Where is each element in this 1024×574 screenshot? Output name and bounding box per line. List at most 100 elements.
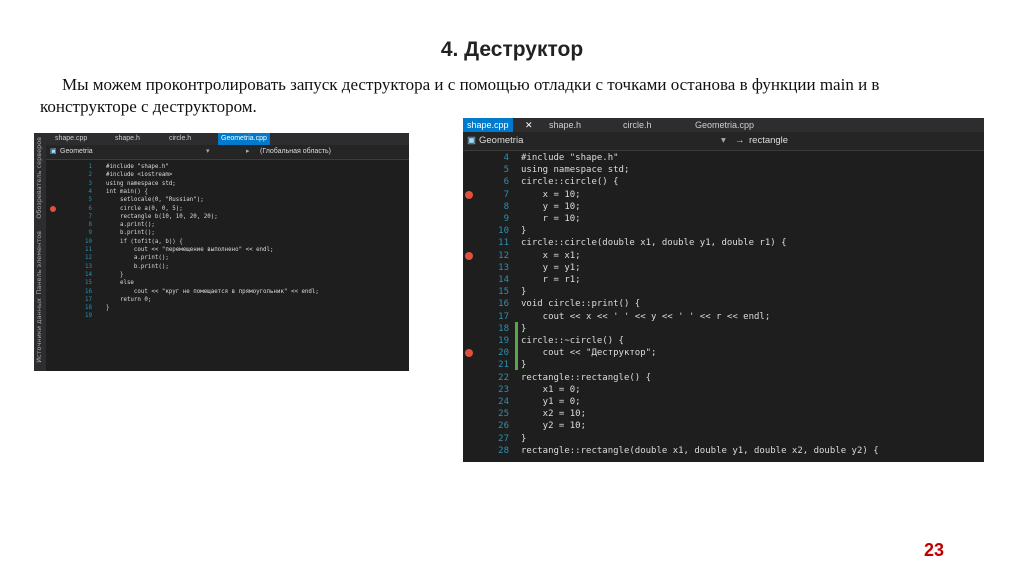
code-line[interactable]: #include "shape.h"	[106, 163, 169, 171]
side-panel-data-sources[interactable]: Источники данных	[35, 298, 43, 363]
line-number[interactable]: 6	[477, 176, 509, 188]
line-number[interactable]: 11	[477, 237, 509, 249]
line-number[interactable]: 21	[477, 359, 509, 371]
line-number[interactable]: 14	[68, 271, 92, 279]
line-number[interactable]: 5	[68, 196, 93, 204]
code-line[interactable]: return 0;	[106, 296, 151, 304]
breakpoint-icon[interactable]	[465, 349, 473, 358]
line-number[interactable]: 27	[477, 433, 509, 445]
code-line[interactable]: #include "shape.h"	[521, 152, 619, 164]
member-dropdown[interactable]: rectangle	[749, 132, 788, 150]
project-dropdown[interactable]: Geometria	[479, 132, 523, 150]
line-number[interactable]: 8	[477, 201, 509, 213]
line-number[interactable]: 10	[68, 238, 92, 246]
code-line[interactable]: using namespace std;	[106, 180, 176, 188]
line-number[interactable]: 10	[477, 225, 509, 237]
pin-icon[interactable]: ✕	[525, 118, 533, 132]
code-line[interactable]: rectangle::rectangle() {	[521, 372, 651, 384]
line-number[interactable]: 3	[68, 180, 93, 188]
line-number[interactable]: 25	[477, 408, 509, 420]
code-line[interactable]: int main() {	[106, 188, 148, 196]
code-line[interactable]: else	[106, 279, 134, 287]
code-line[interactable]: x = 10;	[521, 189, 581, 201]
code-line[interactable]: cout << "перемещение выполнено" << endl;	[106, 246, 274, 254]
line-number[interactable]: 28	[477, 445, 509, 457]
code-line[interactable]: r = r1;	[521, 274, 581, 286]
tab-circle-h[interactable]: circle.h	[619, 118, 656, 132]
code-line[interactable]: y1 = 0;	[521, 396, 581, 408]
dropdown-arrow-icon[interactable]: ▾	[721, 132, 726, 150]
side-panel-toolbox[interactable]: Панель элементов	[35, 231, 43, 295]
code-line[interactable]: if (tofit(a, b)) {	[106, 238, 183, 246]
line-number[interactable]: 23	[477, 384, 509, 396]
code-line[interactable]: y = y1;	[521, 262, 581, 274]
code-line[interactable]: }	[106, 304, 110, 312]
code-line[interactable]: }	[521, 323, 526, 335]
tab-geometria-cpp[interactable]: Geometria.cpp	[218, 133, 270, 145]
tab-shape-cpp[interactable]: shape.cpp	[463, 118, 513, 132]
line-number[interactable]: 12	[477, 250, 509, 262]
code-line[interactable]: circle::~circle() {	[521, 335, 624, 347]
tab-geometria-cpp[interactable]: Geometria.cpp	[691, 118, 758, 132]
code-line[interactable]: r = 10;	[521, 213, 581, 225]
line-number[interactable]: 24	[477, 396, 509, 408]
code-line[interactable]: b.print();	[106, 263, 169, 271]
code-line[interactable]: cout << x << ' ' << y << ' ' << r << end…	[521, 311, 771, 323]
dropdown-arrow-icon[interactable]: ▾	[206, 145, 210, 159]
code-line[interactable]: circle a(0, 0, 5);	[106, 205, 183, 213]
project-dropdown[interactable]: Geometria	[60, 145, 93, 159]
line-number[interactable]: 13	[477, 262, 509, 274]
code-line[interactable]: y = 10;	[521, 201, 581, 213]
code-line[interactable]: x2 = 10;	[521, 408, 586, 420]
code-line[interactable]: x = x1;	[521, 250, 581, 262]
code-line[interactable]: void circle::print() {	[521, 298, 640, 310]
line-number[interactable]: 2	[68, 171, 93, 179]
code-line[interactable]: rectangle::rectangle(double x1, double y…	[521, 445, 879, 457]
line-number[interactable]: 11	[68, 246, 92, 254]
line-number[interactable]: 16	[68, 288, 92, 296]
code-line[interactable]: using namespace std;	[521, 164, 629, 176]
side-panel-server-explorer[interactable]: Обозреватель серверов	[35, 137, 43, 219]
line-number[interactable]: 19	[68, 312, 92, 320]
code-line[interactable]: }	[521, 359, 526, 371]
code-line[interactable]: }	[521, 433, 526, 445]
tab-shape-cpp[interactable]: shape.cpp	[52, 133, 90, 145]
line-number[interactable]: 6	[68, 205, 93, 213]
tab-shape-h[interactable]: shape.h	[545, 118, 585, 132]
line-number[interactable]: 9	[477, 213, 509, 225]
line-number[interactable]: 5	[477, 164, 509, 176]
line-number[interactable]: 7	[477, 189, 509, 201]
code-line[interactable]: cout << "круг не помещается в прямоуголь…	[106, 288, 319, 296]
tab-shape-h[interactable]: shape.h	[112, 133, 143, 145]
line-number[interactable]: 4	[68, 188, 93, 196]
breakpoint-icon[interactable]	[465, 251, 473, 260]
line-number[interactable]: 9	[68, 229, 93, 237]
code-line[interactable]: y2 = 10;	[521, 420, 586, 432]
line-number[interactable]: 12	[68, 254, 92, 262]
code-line[interactable]: rectangle b(10, 10, 20, 20);	[106, 213, 218, 221]
code-line[interactable]: x1 = 0;	[521, 384, 581, 396]
breakpoint-icon[interactable]	[50, 205, 56, 212]
code-line[interactable]: }	[521, 286, 526, 298]
line-number[interactable]: 16	[477, 298, 509, 310]
code-line[interactable]: cout << "Деструктор";	[521, 347, 657, 359]
line-number[interactable]: 4	[477, 152, 509, 164]
line-number[interactable]: 15	[477, 286, 509, 298]
code-line[interactable]: a.print();	[106, 254, 169, 262]
line-number[interactable]: 19	[477, 335, 509, 347]
scope-dropdown[interactable]: (Глобальная область)	[260, 145, 331, 159]
line-number[interactable]: 18	[477, 323, 509, 335]
line-number[interactable]: 18	[68, 304, 92, 312]
line-number[interactable]: 7	[68, 213, 93, 221]
code-line[interactable]: setlocale(0, "Russian");	[106, 196, 204, 204]
line-number[interactable]: 14	[477, 274, 509, 286]
code-line[interactable]: a.print();	[106, 221, 155, 229]
code-line[interactable]: circle::circle() {	[521, 176, 619, 188]
code-line[interactable]: #include <iostream>	[106, 171, 172, 179]
line-number[interactable]: 17	[477, 311, 509, 323]
line-number[interactable]: 8	[68, 221, 93, 229]
line-number[interactable]: 17	[68, 296, 92, 304]
code-line[interactable]: }	[521, 225, 526, 237]
line-number[interactable]: 15	[68, 279, 92, 287]
line-number[interactable]: 1	[68, 163, 93, 171]
